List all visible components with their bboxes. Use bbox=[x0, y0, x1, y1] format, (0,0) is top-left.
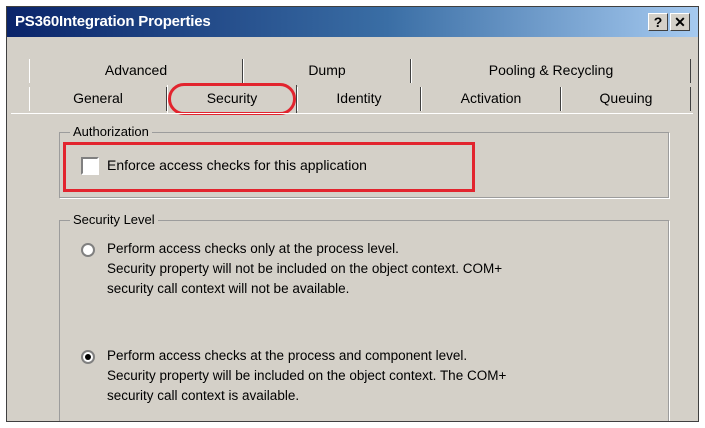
tab-row-back: Advanced Dump Pooling & Recycling bbox=[7, 59, 698, 83]
tab-queuing[interactable]: Queuing bbox=[561, 87, 691, 111]
component-level-line2: Security property will be included on th… bbox=[107, 368, 507, 383]
tab-identity[interactable]: Identity bbox=[297, 87, 421, 111]
close-button[interactable]: ✕ bbox=[670, 13, 690, 31]
security-tab-highlight bbox=[168, 83, 296, 115]
tab-row-front: General Security Identity Activation Que… bbox=[7, 85, 698, 113]
component-level-line3: security call context is available. bbox=[107, 388, 300, 403]
process-level-radio[interactable] bbox=[81, 243, 95, 257]
security-panel: Authorization Enforce access checks for … bbox=[11, 113, 693, 421]
component-level-radio[interactable] bbox=[81, 350, 95, 364]
help-button[interactable]: ? bbox=[648, 13, 668, 31]
window-title: PS360Integration Properties bbox=[15, 13, 211, 30]
enforce-access-label[interactable]: Enforce access checks for this applicati… bbox=[107, 157, 367, 173]
tab-general[interactable]: General bbox=[29, 87, 167, 111]
process-level-line1[interactable]: Perform access checks only at the proces… bbox=[107, 241, 399, 256]
tab-advanced[interactable]: Advanced bbox=[29, 59, 243, 83]
properties-dialog: PS360Integration Properties ? ✕ Advanced… bbox=[6, 6, 699, 422]
security-level-legend: Security Level bbox=[70, 212, 158, 227]
tab-activation[interactable]: Activation bbox=[421, 87, 561, 111]
title-bar[interactable]: PS360Integration Properties ? ✕ bbox=[7, 7, 698, 37]
component-level-line1[interactable]: Perform access checks at the process and… bbox=[107, 348, 467, 363]
process-level-line2: Security property will not be included o… bbox=[107, 261, 503, 276]
process-level-line3: security call context will not be availa… bbox=[107, 281, 350, 296]
tab-dump[interactable]: Dump bbox=[243, 59, 411, 83]
enforce-access-checkbox[interactable] bbox=[81, 157, 99, 175]
authorization-legend: Authorization bbox=[70, 124, 152, 139]
tab-pooling-recycling[interactable]: Pooling & Recycling bbox=[411, 59, 691, 83]
